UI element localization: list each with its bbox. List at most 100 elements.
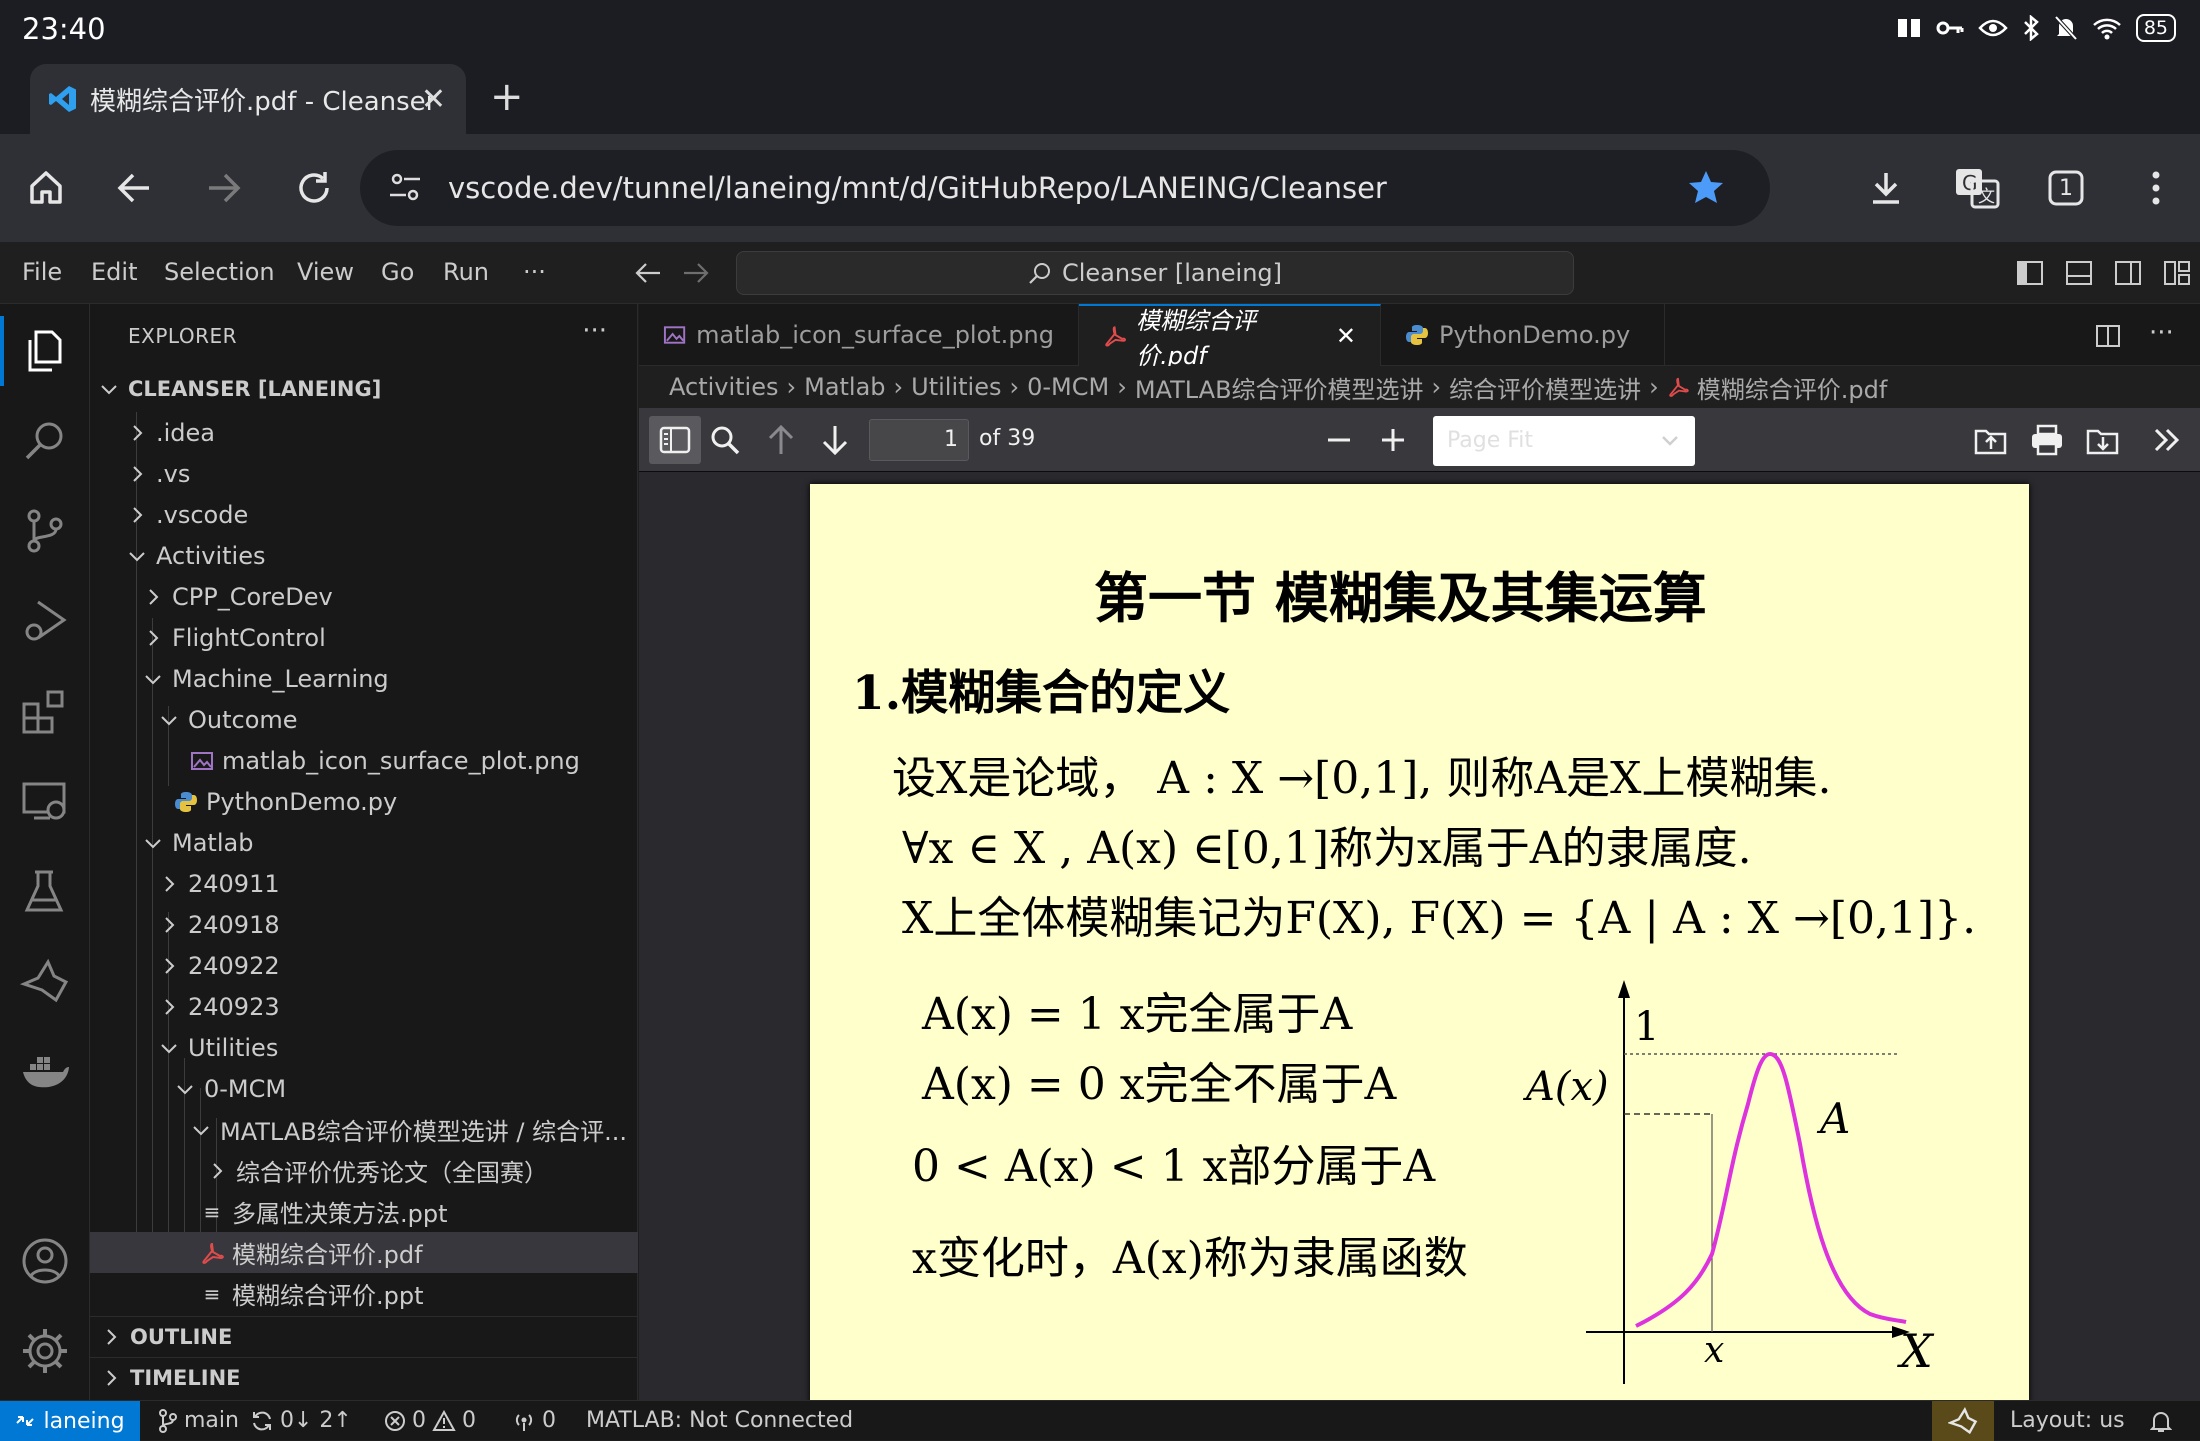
find-button[interactable] <box>707 422 743 458</box>
toggle-panel-icon[interactable] <box>2065 260 2093 286</box>
tree-folder[interactable]: 综合评价优秀论文（全国赛） <box>90 1150 638 1191</box>
keyboard-layout[interactable]: Layout: us <box>2010 1408 2125 1433</box>
save-button[interactable] <box>2085 422 2121 458</box>
previous-page-button[interactable] <box>763 422 799 458</box>
close-tab-icon[interactable]: ✕ <box>421 82 446 117</box>
zoom-select[interactable]: Page Fit <box>1433 416 1695 466</box>
zoom-in-button[interactable] <box>1375 422 1411 458</box>
download-button[interactable] <box>1862 164 1910 212</box>
customize-layout-icon[interactable] <box>2163 260 2191 286</box>
tree-file-selected[interactable]: 模糊综合评价.pdf <box>90 1232 638 1273</box>
breadcrumb-item[interactable]: Utilities <box>911 373 1001 401</box>
run-debug-activity[interactable] <box>20 596 70 646</box>
nav-forward-icon[interactable] <box>682 260 710 286</box>
tree-folder[interactable]: 240922 <box>90 945 638 986</box>
breadcrumb-item[interactable]: 综合评价模型选讲 <box>1449 370 1641 405</box>
extensions-activity[interactable] <box>20 686 70 736</box>
tree-folder[interactable]: Outcome <box>90 699 638 740</box>
tree-folder-activities[interactable]: Activities <box>90 535 638 576</box>
tree-folder[interactable]: MATLAB综合评价模型选讲 / 综合评... <box>90 1109 638 1150</box>
branch-indicator[interactable]: main <box>158 1408 239 1433</box>
home-button[interactable] <box>22 164 70 212</box>
tree-folder[interactable]: FlightControl <box>90 617 638 658</box>
explorer-more-icon[interactable]: ··· <box>582 316 607 346</box>
site-settings-icon[interactable] <box>388 170 422 204</box>
split-editor-icon[interactable] <box>2095 324 2121 348</box>
notifications-icon[interactable] <box>2150 1410 2172 1434</box>
zoom-out-button[interactable] <box>1321 422 1357 458</box>
print-button[interactable] <box>2029 422 2065 458</box>
forward-button[interactable] <box>200 164 248 212</box>
pdf-viewer[interactable]: 第一节 模糊集及其集运算 1.模糊集合的定义 设X是论域， A : X →[0,… <box>639 472 2200 1400</box>
tree-folder[interactable]: Machine_Learning <box>90 658 638 699</box>
bookmark-star-icon[interactable] <box>1686 168 1726 208</box>
new-tab-button[interactable]: + <box>490 74 524 120</box>
source-control-activity[interactable] <box>20 506 70 556</box>
tab-pdf-active[interactable]: 模糊综合评价.pdf ✕ <box>1079 304 1381 370</box>
breadcrumb-item[interactable]: 0-MCM <box>1027 373 1109 401</box>
remote-explorer-activity[interactable] <box>20 776 70 826</box>
address-bar[interactable]: vscode.dev/tunnel/laneing/mnt/d/GitHubRe… <box>360 150 1770 226</box>
testing-activity[interactable] <box>20 866 70 916</box>
next-page-button[interactable] <box>817 422 853 458</box>
tree-folder[interactable]: .vs <box>90 453 638 494</box>
tree-file[interactable]: ≡ 多属性决策方法.ppt <box>90 1191 638 1232</box>
matlab-activity[interactable] <box>20 956 70 1006</box>
tree-folder[interactable]: 0-MCM <box>90 1068 638 1109</box>
menu-go[interactable]: Go <box>381 258 414 286</box>
breadcrumb-item[interactable]: MATLAB综合评价模型选讲 <box>1135 370 1424 405</box>
menu-view[interactable]: View <box>297 258 354 286</box>
sidebar-toggle-button[interactable] <box>649 416 701 464</box>
nav-back-icon[interactable] <box>634 260 662 286</box>
docker-activity[interactable] <box>20 1046 70 1096</box>
open-file-button[interactable] <box>1973 422 2009 458</box>
tree-folder[interactable]: CPP_CoreDev <box>90 576 638 617</box>
translate-button[interactable]: G文 <box>1950 164 2004 212</box>
tree-folder[interactable]: 240911 <box>90 863 638 904</box>
matlab-status[interactable]: MATLAB: Not Connected <box>586 1408 853 1433</box>
manage-activity[interactable] <box>20 1326 70 1376</box>
tab-switcher-button[interactable]: 1 <box>2042 164 2090 212</box>
tab-matlab-icon-png[interactable]: matlab_icon_surface_plot.png <box>639 304 1079 366</box>
breadcrumb-item[interactable]: Matlab <box>804 373 885 401</box>
tree-folder[interactable]: 240923 <box>90 986 638 1027</box>
explorer-activity[interactable] <box>0 316 70 386</box>
menu-edit[interactable]: Edit <box>91 258 137 286</box>
command-center[interactable]: Cleanser [laneing] <box>736 251 1574 295</box>
tree-folder[interactable]: .vscode <box>90 494 638 535</box>
page-number-input[interactable]: 1 <box>869 419 969 461</box>
breadcrumb-item[interactable]: Activities <box>669 373 779 401</box>
close-tab-icon[interactable]: ✕ <box>1336 322 1356 350</box>
ports-indicator[interactable]: 0 <box>512 1408 556 1433</box>
tree-folder[interactable]: Utilities <box>90 1027 638 1068</box>
sync-indicator[interactable]: 0↓ 2↑ <box>250 1408 352 1433</box>
menu-run[interactable]: Run <box>443 258 489 286</box>
search-activity[interactable] <box>20 416 70 466</box>
tools-button[interactable] <box>2149 422 2185 458</box>
browser-menu-button[interactable] <box>2132 164 2180 212</box>
workspace-root[interactable]: CLEANSER [LANEING] <box>90 368 638 409</box>
browser-tab[interactable]: 模糊综合评价.pdf - Cleanser ✕ <box>30 64 466 134</box>
tab-python-demo[interactable]: PythonDemo.py <box>1381 304 1665 366</box>
menu-file[interactable]: File <box>22 258 62 286</box>
editor-more-icon[interactable]: ··· <box>2149 318 2174 348</box>
problems-indicator[interactable]: 0 0 <box>384 1408 476 1433</box>
breadcrumb-item[interactable]: 模糊综合评价.pdf <box>1697 370 1888 405</box>
tree-folder[interactable]: .idea <box>90 412 638 453</box>
tree-folder[interactable]: Matlab <box>90 822 638 863</box>
tree-folder[interactable]: 240918 <box>90 904 638 945</box>
tree-file[interactable]: ≡ 模糊综合评价.ppt <box>90 1273 638 1314</box>
toggle-primary-sidebar-icon[interactable] <box>2016 260 2044 286</box>
toggle-secondary-sidebar-icon[interactable] <box>2114 260 2142 286</box>
menu-selection[interactable]: Selection <box>164 258 275 286</box>
remote-indicator[interactable]: laneing <box>0 1401 140 1441</box>
matlab-status-button[interactable] <box>1932 1401 1994 1441</box>
menu-more[interactable]: ··· <box>523 258 546 286</box>
accounts-activity[interactable] <box>20 1236 70 1286</box>
outline-section[interactable]: OUTLINE <box>90 1316 638 1357</box>
timeline-section[interactable]: TIMELINE <box>90 1357 638 1398</box>
reload-button[interactable] <box>290 164 338 212</box>
back-button[interactable] <box>110 164 158 212</box>
tree-file[interactable]: matlab_icon_surface_plot.png <box>90 740 638 781</box>
tree-file[interactable]: PythonDemo.py <box>90 781 638 822</box>
